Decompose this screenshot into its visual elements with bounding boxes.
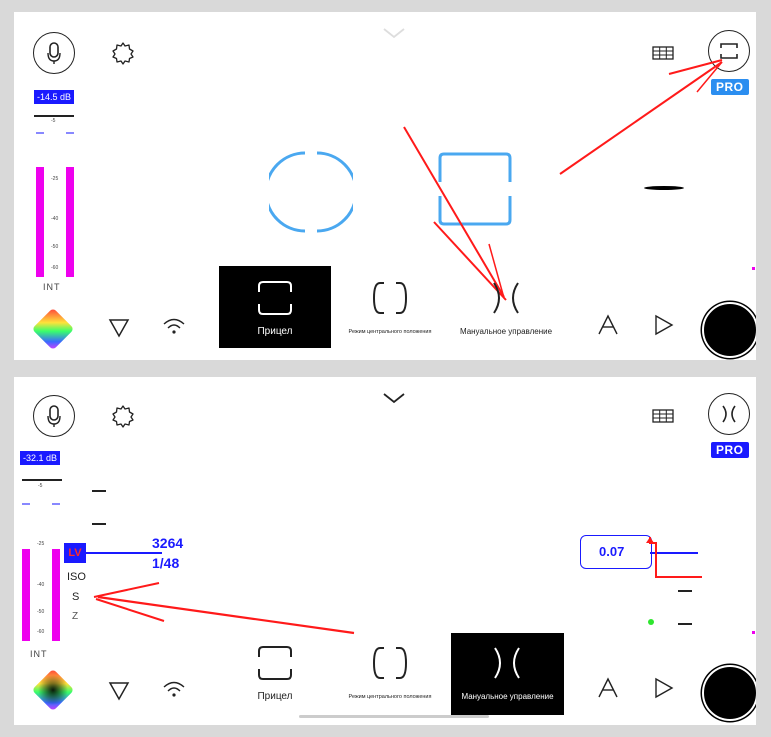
manual-mode-icon — [487, 645, 527, 681]
mode-label: Прицел — [257, 691, 293, 702]
mode-label: Режим центрального положения — [348, 694, 432, 700]
mode-manual[interactable]: Мануальное управление — [451, 633, 564, 715]
mode-center-position[interactable]: Режим центрального положения — [334, 266, 446, 348]
mode-aim[interactable]: Прицел — [219, 266, 331, 348]
center-mode-icon — [370, 280, 410, 316]
play-icon[interactable] — [654, 677, 674, 699]
mode-label: Режим центрального положения — [348, 329, 432, 335]
autofocus-a-icon[interactable] — [597, 314, 619, 336]
mode-label: Мануальное управление — [459, 327, 553, 336]
bottom-screenshot-panel: PRO -32.1 dB -5 -25 -40 -50 -60 INT LV I… — [14, 377, 756, 725]
mode-center-position[interactable]: Режим центрального положения — [334, 633, 446, 715]
record-button[interactable] — [702, 665, 756, 721]
mode-label: Прицел — [257, 326, 293, 337]
home-indicator — [299, 715, 489, 718]
color-wheel-icon[interactable] — [28, 304, 78, 359]
autofocus-a-icon[interactable] — [597, 677, 619, 699]
frame-mode-icon — [255, 280, 295, 316]
wifi-icon[interactable] — [162, 679, 186, 699]
triangle-down-icon[interactable] — [108, 681, 130, 701]
triangle-down-icon[interactable] — [108, 318, 130, 338]
top-screenshot-panel: PRO -14.5 dB -5 -25 -40 -50 -60 INT Приц… — [14, 12, 756, 360]
play-icon[interactable] — [654, 314, 674, 336]
center-mode-icon — [370, 645, 410, 681]
mode-aim[interactable]: Прицел — [219, 633, 331, 715]
mode-manual[interactable]: Мануальное управление — [450, 266, 562, 348]
wifi-icon[interactable] — [162, 316, 186, 336]
frame-mode-icon — [255, 645, 295, 681]
record-button[interactable] — [702, 302, 756, 358]
color-wheel-icon[interactable] — [28, 665, 78, 720]
mode-label: Мануальное управление — [461, 692, 554, 701]
manual-mode-icon — [486, 280, 526, 316]
